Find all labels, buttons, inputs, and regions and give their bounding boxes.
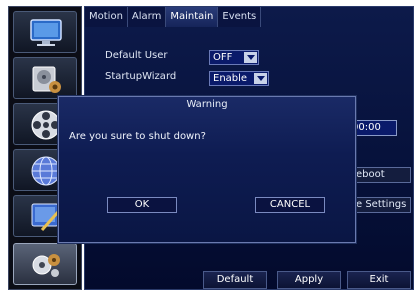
ok-button[interactable]: OK [107,197,177,213]
exit-button[interactable]: Exit [347,271,411,289]
apply-button[interactable]: Apply [277,271,341,289]
monitor-icon [30,19,62,46]
startup-wizard-label: StartupWizard [105,71,177,82]
startup-wizard-select[interactable]: Enable [209,71,269,86]
cancel-button[interactable]: CANCEL [255,197,325,213]
chevron-down-icon [244,52,257,63]
tab-events[interactable]: Events [218,7,262,27]
tab-alarm[interactable]: Alarm [127,7,167,27]
reboot-button[interactable]: eboot [351,167,411,183]
hdd-gear-icon [32,66,61,93]
tab-bar: Motion Alarm Maintain Events [85,7,262,27]
sidebar-item-record[interactable] [13,57,77,99]
sidebar-item-display[interactable] [13,11,77,53]
warning-dialog: Warning Are you sure to shut down? OK CA… [58,96,356,243]
startup-wizard-value: Enable [213,73,248,84]
time-field[interactable]: 00:00 [351,120,397,136]
dvr-screen: Motion Alarm Maintain Events Default Use… [0,0,417,294]
tab-maintain[interactable]: Maintain [166,7,219,27]
dialog-message: Are you sure to shut down? [69,131,206,142]
dialog-title: Warning [186,99,228,110]
system-gears-icon [32,254,60,277]
default-user-select[interactable]: OFF [209,50,259,65]
sidebar-item-system[interactable] [13,243,77,285]
default-user-value: OFF [213,52,233,63]
default-button[interactable]: Default [203,271,267,289]
tab-motion[interactable]: Motion [85,7,128,27]
restore-settings-button[interactable]: e Settings [351,197,411,213]
chevron-down-icon [254,73,267,84]
default-user-label: Default User [105,50,168,61]
